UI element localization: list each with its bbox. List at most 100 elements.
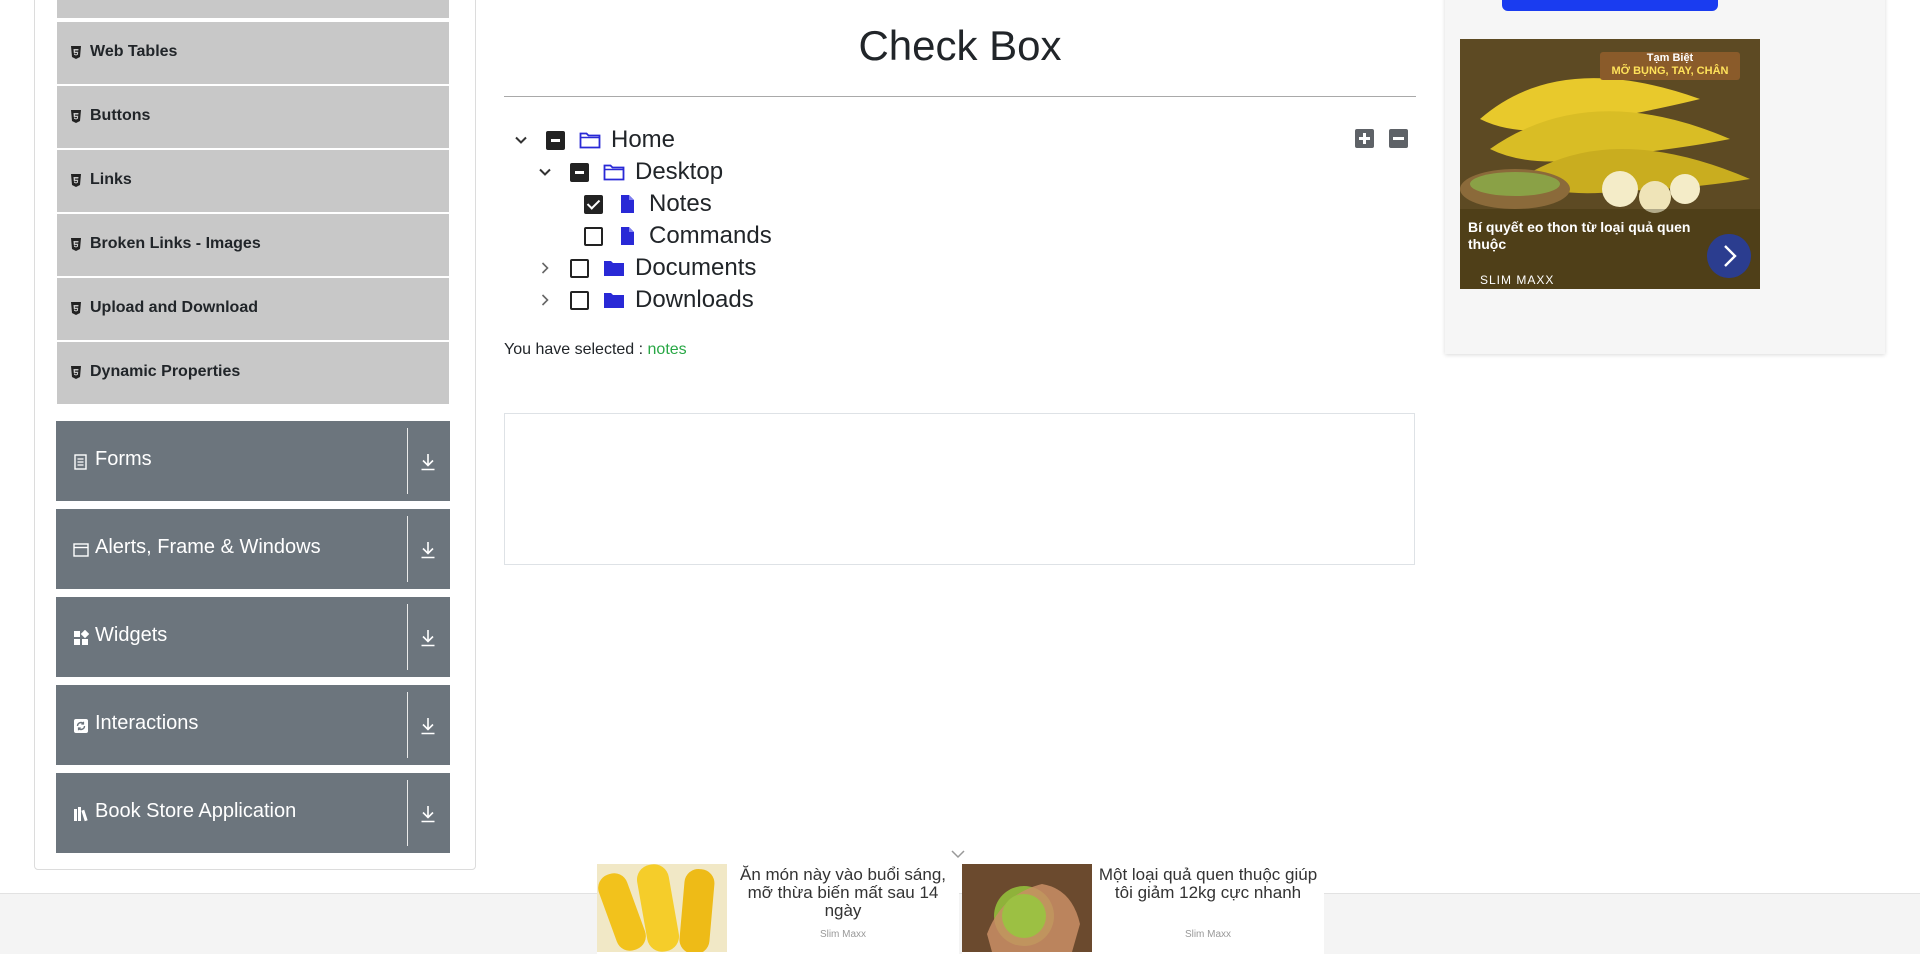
tree-node-commands: Commands: [584, 221, 844, 251]
chevron-down-icon[interactable]: [514, 133, 528, 147]
sidebar-item-dynamic-properties[interactable]: Dynamic Properties: [57, 342, 449, 404]
page-footer-bar: [0, 893, 1920, 954]
html5-icon: [71, 174, 81, 187]
sidebar-group-label: Widgets: [95, 624, 168, 646]
divider: [407, 780, 408, 846]
chevron-down-icon[interactable]: [538, 165, 552, 179]
tree-node-label[interactable]: Commands: [649, 222, 772, 250]
sidebar-group-book-store[interactable]: Book Store Application: [56, 773, 450, 853]
sidebar-item-upload-download[interactable]: Upload and Download: [57, 278, 449, 340]
sidebar-item-web-tables[interactable]: Web Tables: [57, 22, 449, 84]
folder-icon: [604, 293, 624, 308]
download-icon[interactable]: [420, 805, 436, 823]
tree-node-label[interactable]: Documents: [635, 254, 756, 282]
tree-node-label[interactable]: Downloads: [635, 286, 754, 314]
sidebar-group-widgets[interactable]: Widgets: [56, 597, 450, 677]
sidebar-group-label: Forms: [95, 448, 152, 470]
ad-text: Ăn món này vào buổi sáng, mỡ thừa biến m…: [739, 865, 947, 920]
checkbox-desktop[interactable]: [570, 163, 589, 182]
file-icon: [621, 195, 634, 213]
folder-icon: [604, 261, 624, 276]
file-icon: [621, 227, 634, 245]
download-icon[interactable]: [420, 717, 436, 735]
html5-icon: [71, 110, 81, 123]
html5-icon: [71, 302, 81, 315]
checkbox-documents[interactable]: [570, 259, 589, 278]
html5-icon: [71, 46, 81, 59]
ad-thumbnail: [597, 864, 727, 952]
checkbox-commands[interactable]: [584, 227, 603, 246]
sidebar-item-label: Upload and Download: [90, 299, 258, 316]
ad-text: Một loại quả quen thuộc giúp tôi giảm 12…: [1098, 865, 1318, 902]
book-store-icon: [74, 807, 88, 822]
result-prefix: You have selected :: [504, 341, 644, 358]
ad-banner[interactable]: Tạm Biệt MỠ BỤNG, TAY, CHÂN Bí quyết eo …: [1460, 39, 1760, 289]
sidebar-group-label: Interactions: [95, 712, 199, 734]
result-value: notes: [647, 341, 687, 358]
divider: [407, 692, 408, 758]
expand-all-button[interactable]: [1355, 129, 1374, 148]
bottom-ad-1[interactable]: Ăn món này vào buổi sáng, mỡ thừa biến m…: [597, 864, 959, 954]
tree-node-notes: Notes: [584, 189, 844, 219]
checkbox-downloads[interactable]: [570, 291, 589, 310]
sidebar-item-label: Broken Links - Images: [90, 235, 261, 252]
tree-node-documents: Documents: [538, 253, 838, 283]
html5-icon: [71, 238, 81, 251]
sidebar-item-label: Dynamic Properties: [90, 363, 241, 380]
tree-node-label[interactable]: Desktop: [635, 158, 723, 186]
checkbox-home[interactable]: [546, 131, 565, 150]
sidebar-item-broken-links[interactable]: Broken Links - Images: [57, 214, 449, 276]
bottom-ad-2[interactable]: Một loại quả quen thuộc giúp tôi giảm 12…: [962, 864, 1324, 954]
download-icon[interactable]: [420, 541, 436, 559]
form-icon: [74, 454, 87, 470]
divider: [407, 516, 408, 582]
ad-button[interactable]: [1502, 0, 1718, 11]
folder-open-icon: [579, 132, 601, 149]
chevron-down-icon[interactable]: [950, 848, 966, 860]
sidebar-item-label: Web Tables: [90, 43, 178, 60]
interactions-icon: [74, 719, 88, 733]
chevron-right-icon[interactable]: [538, 293, 552, 307]
sidebar-group-alerts[interactable]: Alerts, Frame & Windows: [56, 509, 450, 589]
chevron-right-icon[interactable]: [1707, 234, 1751, 278]
selection-result: You have selected : notes: [504, 341, 687, 359]
tree-node-desktop: Desktop: [538, 157, 838, 187]
tree-node-home: Home: [514, 125, 814, 155]
ad-badge: Tạm Biệt MỠ BỤNG, TAY, CHÂN: [1600, 52, 1740, 80]
ad-brand: SLIM MAXX: [1480, 273, 1555, 287]
sidebar-item-links[interactable]: Links: [57, 150, 449, 212]
corn-image: [597, 864, 727, 952]
download-icon[interactable]: [420, 453, 436, 471]
tree-node-label[interactable]: Notes: [649, 190, 712, 218]
ad-badge-line1: Tạm Biệt: [1646, 52, 1694, 64]
checkbox-notes[interactable]: [584, 195, 603, 214]
ad-badge-line2: MỠ BỤNG, TAY, CHÂN: [1611, 65, 1729, 77]
sidebar-item-buttons[interactable]: Buttons: [57, 86, 449, 148]
widgets-icon: [74, 630, 89, 645]
tree-node-label[interactable]: Home: [611, 126, 675, 154]
ad-brand: Slim Maxx: [1184, 929, 1232, 940]
sidebar-group-interactions[interactable]: Interactions: [56, 685, 450, 765]
divider: [407, 604, 408, 670]
fruit-image: [962, 864, 1092, 952]
page-title: Check Box: [858, 22, 1062, 69]
collapse-all-button[interactable]: [1389, 129, 1408, 148]
sidebar-group-label: Book Store Application: [95, 800, 297, 822]
ad-brand: Slim Maxx: [819, 929, 867, 940]
chevron-right-icon[interactable]: [538, 261, 552, 275]
sidebar-item-label: Links: [90, 171, 132, 188]
divider: [407, 428, 408, 494]
divider: [504, 96, 1416, 97]
ad-caption: Bí quyết eo thon từ loại quả quen thuộc: [1468, 219, 1691, 252]
tree-node-downloads: Downloads: [538, 285, 838, 315]
output-area: [504, 413, 1415, 565]
sidebar-group-forms[interactable]: Forms: [56, 421, 450, 501]
window-icon: [73, 543, 89, 557]
sidebar-group-label: Alerts, Frame & Windows: [95, 536, 321, 558]
sidebar-item-label: Buttons: [90, 107, 151, 124]
download-icon[interactable]: [420, 629, 436, 647]
folder-open-icon: [603, 164, 625, 181]
html5-icon: [71, 366, 81, 379]
sidebar-item-previous[interactable]: [57, 0, 449, 18]
ad-thumbnail: [962, 864, 1092, 952]
